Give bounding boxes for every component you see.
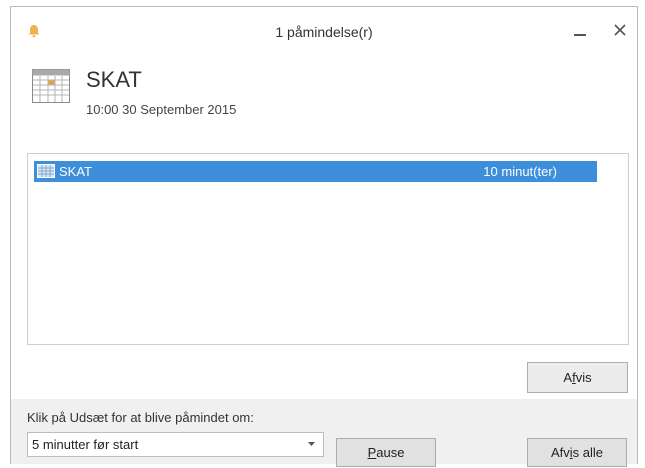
reminder-list[interactable]: SKAT 10 minut(ter) [27, 153, 629, 345]
reminder-datetime: 10:00 30 September 2015 [86, 102, 237, 117]
dismiss-all-label-a: Afv [550, 445, 570, 460]
dropdown-arrow-icon [308, 442, 315, 446]
reminder-header: SKAT 10:00 30 September 2015 [11, 53, 637, 147]
reminder-window: 1 påmindelse(r) SKAT 10:00 30 September … [10, 6, 638, 467]
dismiss-label-a: A [563, 369, 573, 385]
dismiss-all-label-b: s alle [572, 445, 604, 460]
dismiss-label-b: vis [575, 369, 592, 385]
close-button[interactable] [605, 17, 635, 43]
close-icon [614, 24, 626, 36]
pause-button[interactable]: Pause [336, 438, 436, 467]
pause-label: ause [376, 445, 405, 460]
reminder-subject: SKAT [86, 67, 142, 92]
snooze-label: Klik på Udsæt for at blive påmindet om: [27, 410, 254, 425]
pause-label-hotkey: P [367, 445, 377, 460]
dismiss-button[interactable]: Afvis [527, 362, 628, 393]
calendar-item-icon [37, 164, 55, 178]
title-bar: 1 påmindelse(r) [11, 7, 637, 53]
snooze-selected-value: 5 minutter før start [32, 437, 139, 452]
minimize-button[interactable] [565, 17, 595, 43]
window-title: 1 påmindelse(r) [275, 24, 373, 40]
snooze-dropdown[interactable]: 5 minutter før start [27, 432, 324, 457]
list-item[interactable]: SKAT 10 minut(ter) [34, 161, 597, 182]
dismiss-all-button[interactable]: Afvis alle [527, 438, 627, 467]
minimize-icon [574, 34, 586, 36]
calendar-icon [32, 69, 70, 103]
list-item-due: 10 minut(ter) [483, 164, 557, 179]
list-item-name: SKAT [59, 164, 92, 179]
